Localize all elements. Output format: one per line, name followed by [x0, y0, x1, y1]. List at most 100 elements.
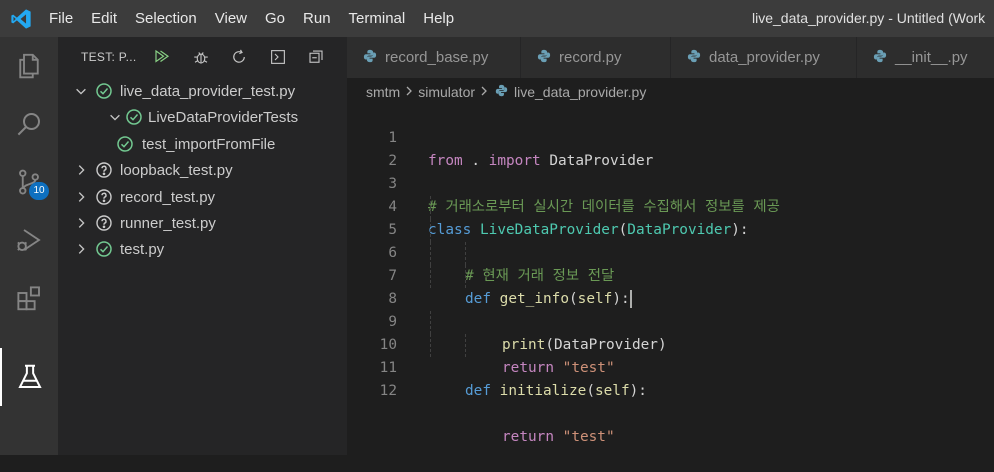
menu-bar: File Edit Selection View Go Run Terminal… — [40, 0, 463, 37]
python-file-icon — [363, 49, 377, 67]
testing-icon[interactable] — [0, 348, 58, 406]
code-line[interactable]: 1 from . import DataProvider — [347, 104, 994, 169]
test-explorer-sidebar: TEST: P... live_data_provider_test.py Li… — [58, 37, 347, 455]
explorer-icon[interactable] — [0, 37, 58, 95]
source-control-badge: 10 — [29, 182, 49, 200]
editor-tabs: record_base.py record.py data_provider.p… — [347, 37, 994, 78]
tab-record-base[interactable]: record_base.py — [347, 37, 521, 78]
terminal-icon[interactable] — [268, 47, 288, 67]
menu-help[interactable]: Help — [414, 0, 463, 37]
code-line[interactable]: 12 — [347, 357, 994, 399]
title-bar: File Edit Selection View Go Run Terminal… — [0, 0, 994, 37]
test-file-item[interactable]: live_data_provider_test.py — [58, 78, 347, 104]
code-line[interactable]: 11 return "test" — [347, 334, 994, 445]
tab-label: record.py — [559, 49, 622, 66]
python-file-icon — [687, 49, 701, 67]
tree-item-label: loopback_test.py — [120, 161, 233, 179]
tab-data-provider[interactable]: data_provider.py — [671, 37, 857, 78]
breadcrumb-item[interactable]: simulator — [418, 84, 475, 100]
run-all-icon[interactable] — [152, 47, 172, 67]
string-literal: "test" — [562, 429, 615, 445]
indent-guide — [430, 334, 431, 357]
menu-edit[interactable]: Edit — [82, 0, 126, 37]
tree-item-label: record_test.py — [120, 188, 216, 206]
breadcrumb-item[interactable]: smtm — [366, 84, 400, 100]
tree-item-label: LiveDataProviderTests — [148, 108, 299, 126]
code-line[interactable]: 7 print(DataProvider) — [347, 242, 994, 353]
code-line[interactable]: 3 # 거래소로부터 실시간 데이터를 수집해서 정보를 제공 — [347, 150, 994, 215]
unknown-status-icon — [95, 188, 113, 206]
window-title: live_data_provider.py - Untitled (Work — [752, 10, 986, 26]
code-line[interactable]: 2 — [347, 127, 994, 169]
indent-guide — [430, 242, 431, 265]
chevron-right-icon — [479, 84, 489, 100]
chevron-right-icon[interactable] — [73, 162, 89, 178]
indent-guide — [430, 265, 431, 288]
menu-run[interactable]: Run — [294, 0, 340, 37]
tab-init[interactable]: __init__.py — [857, 37, 994, 78]
code-line[interactable]: 8 return "test" — [347, 265, 994, 376]
chevron-right-icon[interactable] — [73, 189, 89, 205]
indent-guide — [465, 265, 466, 288]
function-name: initialize — [499, 383, 587, 399]
menu-view[interactable]: View — [206, 0, 256, 37]
tree-item-label: live_data_provider_test.py — [120, 82, 296, 100]
test-class-item[interactable]: LiveDataProviderTests — [58, 104, 347, 130]
indent-guide — [430, 219, 431, 242]
search-icon[interactable] — [0, 95, 58, 153]
test-file-item[interactable]: runner_test.py — [58, 210, 347, 236]
code-line[interactable]: 5 # 현재 거래 정보 전달 — [347, 196, 994, 284]
test-file-item[interactable]: record_test.py — [58, 184, 347, 210]
chevron-right-icon[interactable] — [73, 215, 89, 231]
collapse-all-icon[interactable] — [306, 47, 326, 67]
passed-icon — [95, 240, 113, 258]
refresh-icon[interactable] — [229, 47, 249, 67]
menu-selection[interactable]: Selection — [126, 0, 206, 37]
test-file-item[interactable]: loopback_test.py — [58, 157, 347, 183]
code-line[interactable]: 9 — [347, 288, 994, 330]
passed-icon — [95, 82, 113, 100]
chevron-down-icon[interactable] — [73, 83, 89, 99]
test-file-item[interactable]: test.py — [58, 236, 347, 262]
tab-label: record_base.py — [385, 49, 489, 66]
code-token: ( — [586, 383, 595, 399]
run-debug-icon[interactable] — [0, 211, 58, 269]
indent-guide — [465, 334, 466, 357]
code-line[interactable]: 6 def get_info(self): — [347, 219, 994, 308]
code-token: ): — [629, 383, 647, 399]
debug-all-icon[interactable] — [191, 47, 211, 67]
passed-icon — [116, 135, 134, 153]
code-line[interactable]: 4 class LiveDataProvider(DataProvider): — [347, 173, 994, 238]
python-file-icon — [873, 49, 887, 67]
source-control-icon[interactable]: 10 — [0, 153, 58, 211]
sidebar-title: TEST: P... — [81, 50, 137, 64]
unknown-status-icon — [95, 214, 113, 232]
indent-guide — [430, 196, 431, 219]
code-line[interactable]: 10 def initialize(self): — [347, 311, 994, 399]
chevron-down-icon[interactable] — [107, 109, 123, 125]
tab-label: __init__.py — [895, 49, 968, 66]
tree-item-label: runner_test.py — [120, 214, 216, 232]
passed-icon — [125, 108, 143, 126]
extensions-icon[interactable] — [0, 269, 58, 327]
menu-terminal[interactable]: Terminal — [340, 0, 415, 37]
menu-go[interactable]: Go — [256, 0, 294, 37]
tab-record[interactable]: record.py — [521, 37, 671, 78]
indent-guide — [465, 242, 466, 265]
menu-file[interactable]: File — [40, 0, 82, 37]
vscode-logo-icon — [10, 8, 32, 30]
python-file-icon — [537, 49, 551, 67]
chevron-right-icon[interactable] — [73, 241, 89, 257]
breadcrumb-item[interactable]: live_data_provider.py — [514, 84, 646, 100]
line-number: 12 — [379, 383, 397, 399]
activity-bar: 10 — [0, 37, 58, 455]
keyword: return — [502, 429, 554, 445]
sidebar-header: TEST: P... — [58, 37, 347, 77]
indent-guide — [430, 311, 431, 334]
tree-item-label: test.py — [120, 240, 165, 258]
parameter: self — [594, 383, 630, 399]
test-case-item[interactable]: test_importFromFile — [58, 131, 347, 157]
breadcrumb: smtm simulator live_data_provider.py — [366, 81, 646, 103]
chevron-right-icon — [404, 84, 414, 100]
unknown-status-icon — [95, 161, 113, 179]
